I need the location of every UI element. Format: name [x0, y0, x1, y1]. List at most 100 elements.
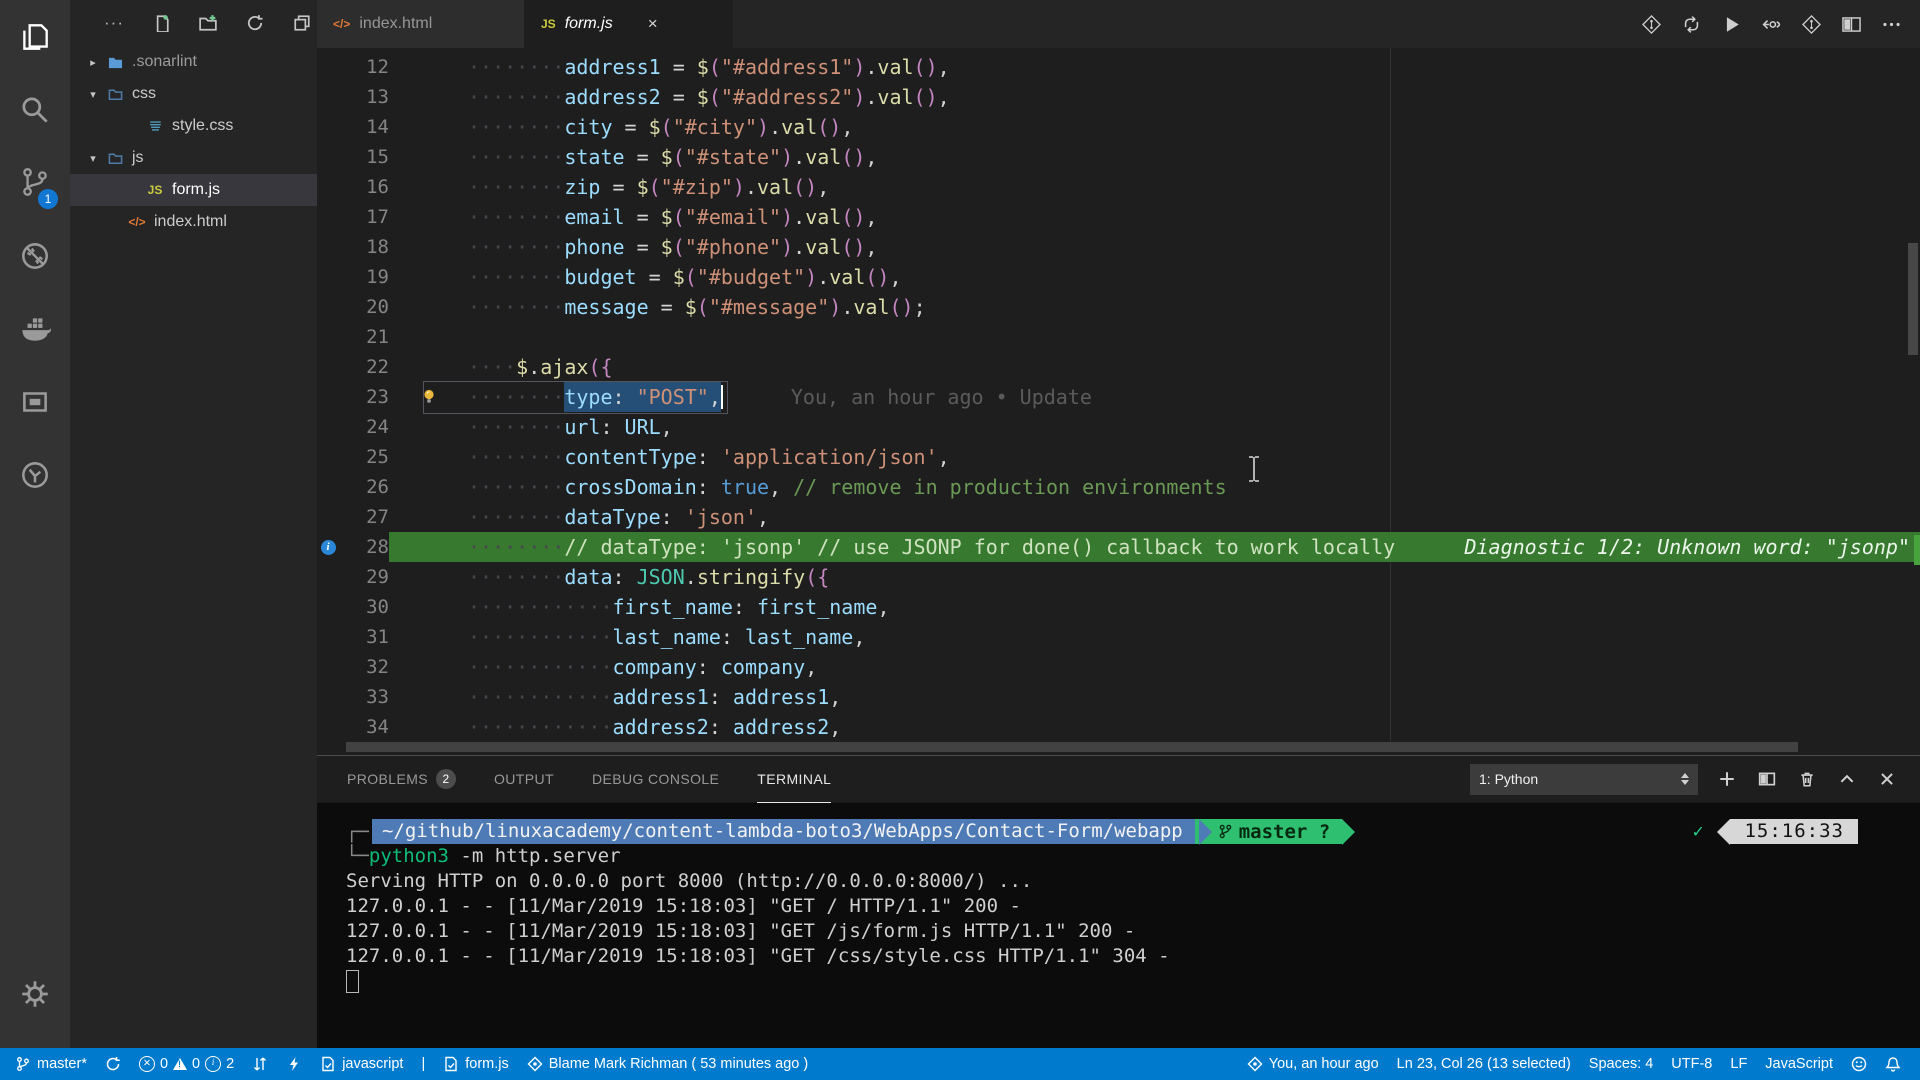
- activity-sonarlint-icon[interactable]: [0, 219, 70, 292]
- tab-form.js[interactable]: JS form.js ×: [525, 0, 733, 48]
- code-line-20[interactable]: 20 ········ message = $("#message"). val();: [317, 292, 1920, 322]
- synchronize-changes-icon[interactable]: [1676, 9, 1706, 39]
- code-token: (: [672, 235, 685, 259]
- code-line-14[interactable]: 14 ········ city = $("#city"). val(),: [317, 112, 1920, 142]
- status-feedback[interactable]: [1842, 1048, 1876, 1080]
- code-editor[interactable]: 12 ········ address1 = $("#address1"). val(…: [317, 48, 1920, 755]
- code-line-28[interactable]: i 28 ········// dataType: 'jsonp' // use J…: [317, 532, 1920, 562]
- activity-docker-icon[interactable]: [0, 292, 70, 365]
- code-line-24[interactable]: 24 ········ url: URL,: [317, 412, 1920, 442]
- code-line-18[interactable]: 18 ········ phone = $("#phone"). val(),: [317, 232, 1920, 262]
- status-compare[interactable]: [243, 1048, 277, 1080]
- status-label: JavaScript: [1765, 1056, 1833, 1072]
- explorer-sidebar: ··· ▸ .sonarlint ▾ css style.css ▾ js JS form.js…: [70, 0, 317, 1048]
- terminal-output-line: 127.0.0.1 - - [11/Mar/2019 15:18:03] "GE…: [346, 895, 1021, 917]
- code-line-23[interactable]: 23 ········ type: "POST", You, an hour ago …: [317, 382, 1920, 412]
- status-sync-status[interactable]: [96, 1048, 130, 1080]
- line-number: 33: [366, 686, 389, 708]
- more-actions-icon[interactable]: ···: [104, 13, 124, 33]
- horizontal-scrollbar[interactable]: [346, 742, 1798, 752]
- code-line-19[interactable]: 19 ········ budget = $("#budget"). val(),: [317, 262, 1920, 292]
- code-line-26[interactable]: 26 ········ crossDomain: true, // remove i…: [317, 472, 1920, 502]
- code-line-15[interactable]: 15 ········ state = $("#state"). val(),: [317, 142, 1920, 172]
- code-line-31[interactable]: 31 ············ last_name: last_name,: [317, 622, 1920, 652]
- code-line-33[interactable]: 33 ············ address1: address1,: [317, 682, 1920, 712]
- new-terminal-icon[interactable]: [1716, 768, 1738, 790]
- tree-item-css[interactable]: ▾ css: [70, 78, 317, 110]
- new-folder-icon[interactable]: [198, 13, 218, 33]
- split-editor-icon[interactable]: [1836, 9, 1866, 39]
- maximize-panel-icon[interactable]: [1836, 768, 1858, 790]
- code-line-16[interactable]: 16 ········ zip = $("#zip"). val(),: [317, 172, 1920, 202]
- gutter-space: [317, 562, 339, 592]
- activity-search-icon[interactable]: [0, 73, 70, 146]
- status-encoding[interactable]: UTF-8: [1662, 1048, 1721, 1080]
- activity-extension-box-icon[interactable]: [0, 365, 70, 438]
- code-line-30[interactable]: 30 ············ first_name: first_name,: [317, 592, 1920, 622]
- panel-tab-output[interactable]: OUTPUT: [494, 756, 554, 803]
- status-linter-file[interactable]: form.js: [434, 1048, 518, 1080]
- code-line-13[interactable]: 13 ········ address2 = $("#address2"). val(…: [317, 82, 1920, 112]
- new-file-icon[interactable]: [151, 13, 171, 33]
- code-line-34[interactable]: 34 ············ address2: address2,: [317, 712, 1920, 742]
- panel-tab-problems[interactable]: PROBLEMS 2: [347, 756, 456, 803]
- code-token: (): [817, 115, 842, 139]
- status-indentation[interactable]: Spaces: 4: [1580, 1048, 1663, 1080]
- status-lightning[interactable]: [277, 1048, 311, 1080]
- run-code-icon[interactable]: [1716, 9, 1746, 39]
- status-linter-javascript[interactable]: javascript: [311, 1048, 412, 1080]
- code-line-27[interactable]: 27 ········ dataType: 'json',: [317, 502, 1920, 532]
- status-eol[interactable]: LF: [1721, 1048, 1756, 1080]
- lightbulb-icon[interactable]: [389, 382, 468, 412]
- code-line-29[interactable]: 29 ········ data: JSON. stringify({: [317, 562, 1920, 592]
- warnings-icon: [173, 1058, 188, 1070]
- gitlens-file-blame-icon[interactable]: [1636, 9, 1666, 39]
- code-token: email: [564, 205, 625, 229]
- split-terminal-icon[interactable]: [1756, 768, 1778, 790]
- tab-index.html[interactable]: </> index.html: [317, 0, 525, 48]
- panel-tab-label: OUTPUT: [494, 771, 554, 787]
- code-token: phone: [564, 235, 625, 259]
- tab-label: form.js: [564, 15, 613, 32]
- tree-item-index.html[interactable]: </> index.html: [70, 206, 317, 238]
- code-line-22[interactable]: 22 ···· $. ajax({: [317, 352, 1920, 382]
- code-line-17[interactable]: 17 ········ email = $("#email"). val(),: [317, 202, 1920, 232]
- tree-item-style.css[interactable]: style.css: [70, 110, 317, 142]
- terminal-picker[interactable]: 1: Python: [1470, 763, 1698, 795]
- code-line-21[interactable]: 21: [317, 322, 1920, 352]
- status-problems[interactable]: ✕00i2: [130, 1048, 243, 1080]
- activity-manage-icon[interactable]: [0, 957, 70, 1030]
- terminal[interactable]: ┌─ ~/github/linuxacademy/content-lambda-…: [317, 803, 1920, 1049]
- code-token: address1: [564, 55, 661, 79]
- code-line-12[interactable]: 12 ········ address1 = $("#address1"). val(…: [317, 52, 1920, 82]
- code-text: ········ budget = $("#budget"). val(),: [468, 262, 902, 292]
- status-gitlens-current-line[interactable]: You, an hour ago: [1238, 1048, 1388, 1080]
- close-tab-icon[interactable]: ×: [648, 14, 658, 34]
- panel-tab-debug-console[interactable]: DEBUG CONSOLE: [592, 756, 719, 803]
- code-line-32[interactable]: 32 ············ company: company,: [317, 652, 1920, 682]
- code-line-25[interactable]: 25 ········ contentType: 'application/json…: [317, 442, 1920, 472]
- code-token: ········: [468, 145, 565, 169]
- status-git-branch[interactable]: master*: [6, 1048, 96, 1080]
- refresh-explorer-icon[interactable]: [245, 13, 265, 33]
- folder-outline-icon: [104, 151, 126, 166]
- gitlens-graph-icon[interactable]: [1796, 9, 1826, 39]
- status-gitlens-blame[interactable]: Blame Mark Richman ( 53 minutes ago ): [518, 1048, 818, 1080]
- open-changes-icon[interactable]: [1756, 9, 1786, 39]
- code-token: val: [877, 55, 914, 79]
- more-actions-icon[interactable]: [1876, 9, 1906, 39]
- status-notifications[interactable]: [1876, 1048, 1910, 1080]
- tree-item-js[interactable]: ▾ js: [70, 142, 317, 174]
- panel-tab-terminal[interactable]: TERMINAL: [757, 756, 832, 803]
- tree-item-.sonarlint[interactable]: ▸ .sonarlint: [70, 46, 317, 78]
- vertical-scrollbar[interactable]: [1908, 243, 1918, 355]
- activity-source-control-icon[interactable]: 1: [0, 146, 70, 219]
- activity-extension-circle-icon[interactable]: [0, 438, 70, 511]
- activity-explorer-icon[interactable]: [0, 0, 70, 73]
- collapse-folders-icon[interactable]: [292, 13, 312, 33]
- close-panel-icon[interactable]: [1876, 768, 1898, 790]
- status-cursor-position[interactable]: Ln 23, Col 26 (13 selected): [1388, 1048, 1580, 1080]
- status-language-mode[interactable]: JavaScript: [1756, 1048, 1842, 1080]
- kill-terminal-icon[interactable]: [1796, 768, 1818, 790]
- tree-item-form.js[interactable]: JS form.js: [70, 174, 317, 206]
